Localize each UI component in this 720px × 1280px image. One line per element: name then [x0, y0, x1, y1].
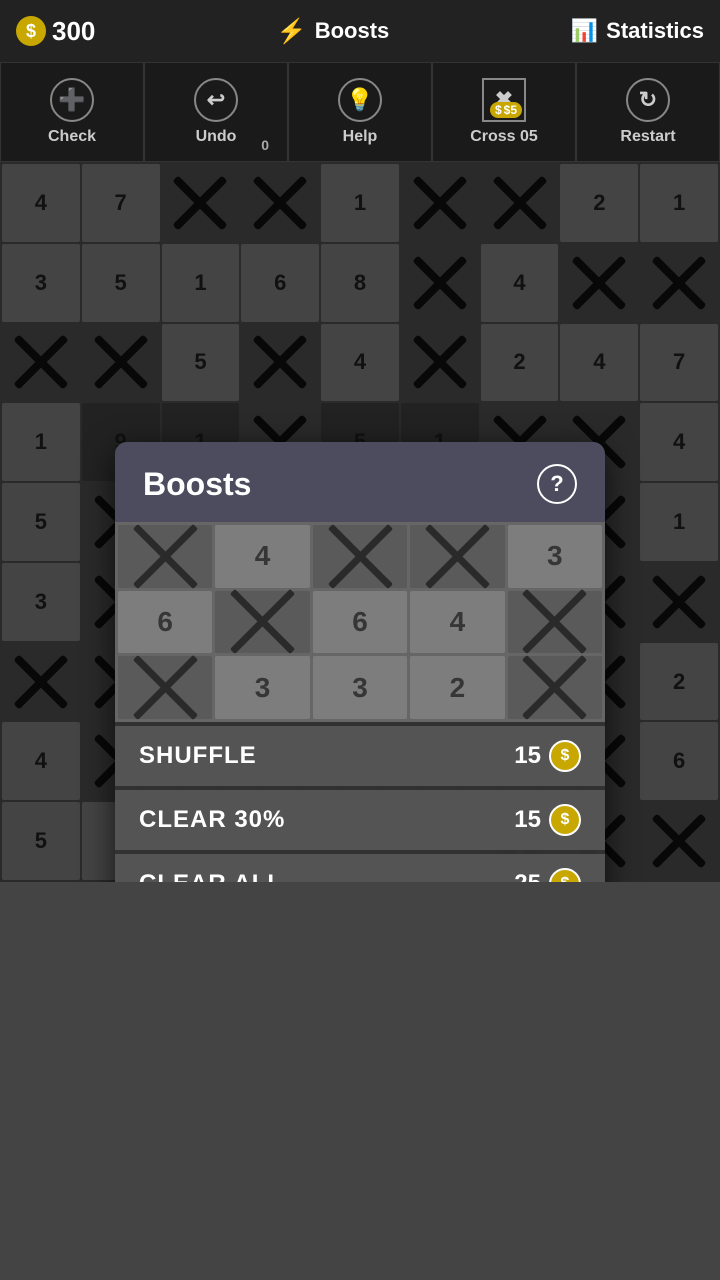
cross-button[interactable]: ✖ $ $5 Cross 05: [432, 62, 576, 162]
stats-button[interactable]: 📊 Statistics: [571, 18, 704, 44]
mbcell: 4: [410, 591, 504, 654]
cross-badge: $ $5: [490, 102, 522, 118]
boosts-modal: Boosts ? 4 3 6 6 4: [115, 442, 605, 882]
mbcell: [118, 525, 212, 588]
mbcell: 3: [508, 525, 602, 588]
question-icon: ?: [550, 471, 563, 497]
mbcell: 6: [118, 591, 212, 654]
mbcell: [508, 591, 602, 654]
cross-icon: ✖ $ $5: [482, 78, 526, 122]
modal-bg-area: 4 3 6 6 4 3 3 2: [115, 522, 605, 722]
undo-count: 0: [261, 137, 269, 153]
shuffle-cost-value: 15: [514, 742, 541, 770]
clear30-label: CLEAR 30%: [139, 806, 285, 834]
cross-label: Cross 05: [470, 128, 538, 146]
clearall-cost-value: 25: [514, 870, 541, 882]
cross-cost: $5: [504, 103, 517, 117]
mbcell: 3: [215, 656, 309, 719]
check-button[interactable]: ➕ Check: [0, 62, 144, 162]
mbcell: 6: [313, 591, 407, 654]
game-area: 4 7 1 2 1 3 5 1 6 8 4 5 4 2 4 7 1 9 1 5 …: [0, 162, 720, 882]
top-bar: $ 300 ⚡ Boosts 📊 Statistics: [0, 0, 720, 62]
restart-button[interactable]: ↻ Restart: [576, 62, 720, 162]
boosts-label: Boosts: [315, 18, 390, 44]
coin-small-icon: $: [495, 103, 502, 117]
restart-label: Restart: [620, 128, 675, 146]
shuffle-boost-button[interactable]: SHUFFLE 15 $: [115, 726, 605, 786]
mbcell: 3: [313, 656, 407, 719]
modal-help-button[interactable]: ?: [537, 464, 577, 504]
modal-header: Boosts ?: [115, 442, 605, 522]
help-button[interactable]: 💡 Help: [288, 62, 432, 162]
restart-icon: ↻: [626, 78, 670, 122]
stats-icon: 📊: [571, 18, 598, 44]
clear30-coin-icon: $: [549, 804, 581, 836]
shuffle-cost: 15 $: [514, 740, 581, 772]
undo-button[interactable]: ↩ Undo 0: [144, 62, 288, 162]
stats-label: Statistics: [606, 18, 704, 44]
modal-bg-grid: 4 3 6 6 4 3 3 2: [115, 522, 605, 722]
mbcell: 2: [410, 656, 504, 719]
clear30-cost: 15 $: [514, 804, 581, 836]
modal-title: Boosts: [143, 466, 251, 503]
check-label: Check: [48, 128, 96, 146]
clearall-coin-icon: $: [549, 868, 581, 882]
check-icon: ➕: [50, 78, 94, 122]
score-value: 300: [52, 16, 95, 47]
shuffle-coin-icon: $: [549, 740, 581, 772]
clearall-boost-button[interactable]: CLEAR ALL 25 $: [115, 854, 605, 882]
undo-label: Undo: [196, 128, 237, 146]
boosts-button[interactable]: ⚡ Boosts: [277, 17, 389, 46]
undo-icon: ↩: [194, 78, 238, 122]
score-display: $ 300: [16, 16, 95, 47]
modal-overlay[interactable]: Boosts ? 4 3 6 6 4: [0, 162, 720, 882]
clearall-label: CLEAR ALL: [139, 870, 283, 882]
mbcell: [313, 525, 407, 588]
shuffle-label: SHUFFLE: [139, 742, 257, 770]
clear30-cost-value: 15: [514, 806, 541, 834]
bottom-area: [0, 882, 720, 1280]
help-label: Help: [343, 128, 378, 146]
mbcell: 4: [215, 525, 309, 588]
mbcell: [118, 656, 212, 719]
nav-bar: ➕ Check ↩ Undo 0 💡 Help ✖ $ $5 Cross 05 …: [0, 62, 720, 162]
mbcell: [508, 656, 602, 719]
mbcell: [215, 591, 309, 654]
clear30-boost-button[interactable]: CLEAR 30% 15 $: [115, 790, 605, 850]
clearall-cost: 25 $: [514, 868, 581, 882]
mbcell: [410, 525, 504, 588]
bolt-icon: ⚡: [277, 17, 307, 46]
coin-icon: $: [16, 16, 46, 46]
help-icon: 💡: [338, 78, 382, 122]
